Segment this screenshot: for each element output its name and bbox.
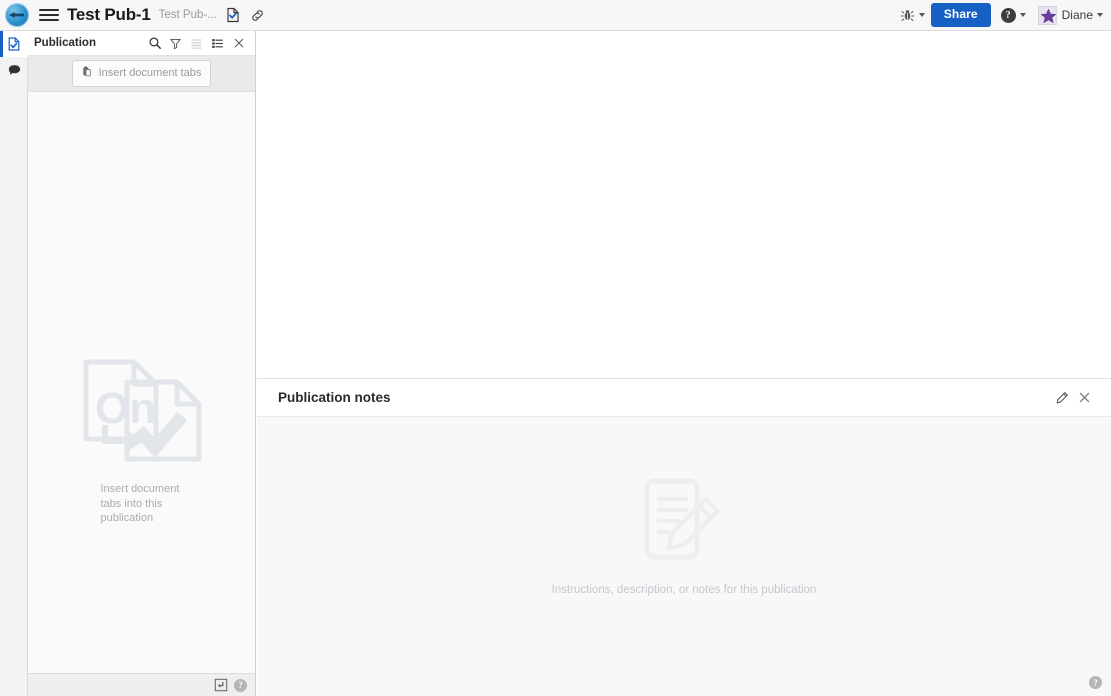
page-subtitle: Test Pub-...	[158, 9, 217, 21]
publication-panel-toolbar: Insert document tabs	[28, 56, 255, 92]
rail-item-comments[interactable]	[0, 57, 28, 83]
publication-notes-pane: Publication notes Instructions, descript…	[257, 378, 1111, 696]
documents-check-illustration: On	[81, 357, 203, 470]
chevron-down-icon	[918, 13, 925, 17]
publication-notes-empty-state-text: Instructions, description, or notes for …	[551, 584, 817, 596]
bug-icon	[900, 9, 914, 21]
chevron-down-icon	[1019, 13, 1026, 17]
share-button[interactable]: Share	[930, 2, 991, 28]
insert-document-tabs-button[interactable]: Insert document tabs	[71, 59, 212, 88]
hamburger-menu-icon[interactable]	[39, 6, 59, 24]
main-content-area	[257, 31, 1111, 378]
user-name-label: Diane	[1061, 8, 1093, 22]
publication-empty-state-text: Insert document tabs into this publicati…	[100, 483, 180, 525]
link-icon[interactable]	[249, 6, 267, 24]
rail-item-publication[interactable]	[0, 31, 28, 57]
insert-document-tabs-label: Insert document tabs	[98, 66, 202, 79]
comments-icon	[8, 64, 20, 75]
application-window: Test Pub-1 Test Pub-... Share ? Diane Pu…	[0, 0, 1111, 696]
publication-panel-title: Publication	[34, 37, 96, 49]
top-header-bar: Test Pub-1 Test Pub-... Share ? Diane	[0, 0, 1111, 31]
publication-notes-body: Instructions, description, or notes for …	[257, 417, 1111, 696]
search-icon[interactable]	[144, 33, 165, 54]
help-icon[interactable]: ?	[1089, 676, 1102, 689]
avatar[interactable]	[1037, 5, 1057, 25]
pencil-edit-icon[interactable]	[1051, 387, 1073, 409]
insert-document-icon	[80, 65, 93, 81]
notepad-pencil-illustration	[636, 477, 732, 570]
panel-layout-icon[interactable]	[213, 678, 228, 693]
bug-report-button[interactable]	[900, 8, 925, 23]
chevron-down-icon	[1097, 13, 1103, 17]
publication-icon	[8, 37, 20, 51]
detail-view-icon[interactable]	[207, 33, 228, 54]
page-title: Test Pub-1	[67, 5, 151, 24]
publication-panel-header: Publication	[28, 31, 255, 56]
close-icon[interactable]	[228, 33, 249, 54]
publication-notes-header: Publication notes	[257, 379, 1111, 417]
publication-panel: Publication Insert document tabs On Inse…	[28, 31, 256, 696]
help-icon[interactable]: ?	[233, 678, 248, 693]
publication-panel-body: On Insert document tabs into this public…	[28, 92, 255, 673]
close-icon[interactable]	[1073, 387, 1095, 409]
filter-icon[interactable]	[165, 33, 186, 54]
help-circle-icon: ?	[1000, 7, 1016, 23]
publication-notes-title: Publication notes	[278, 390, 391, 405]
app-logo-icon[interactable]	[5, 3, 29, 27]
publication-panel-footer: ?	[28, 673, 255, 696]
help-menu-button[interactable]: ?	[1000, 7, 1026, 23]
user-menu-button[interactable]: Diane	[1057, 8, 1103, 22]
list-view-icon[interactable]	[186, 33, 207, 54]
left-icon-rail	[0, 31, 28, 696]
document-check-icon[interactable]	[224, 6, 242, 24]
